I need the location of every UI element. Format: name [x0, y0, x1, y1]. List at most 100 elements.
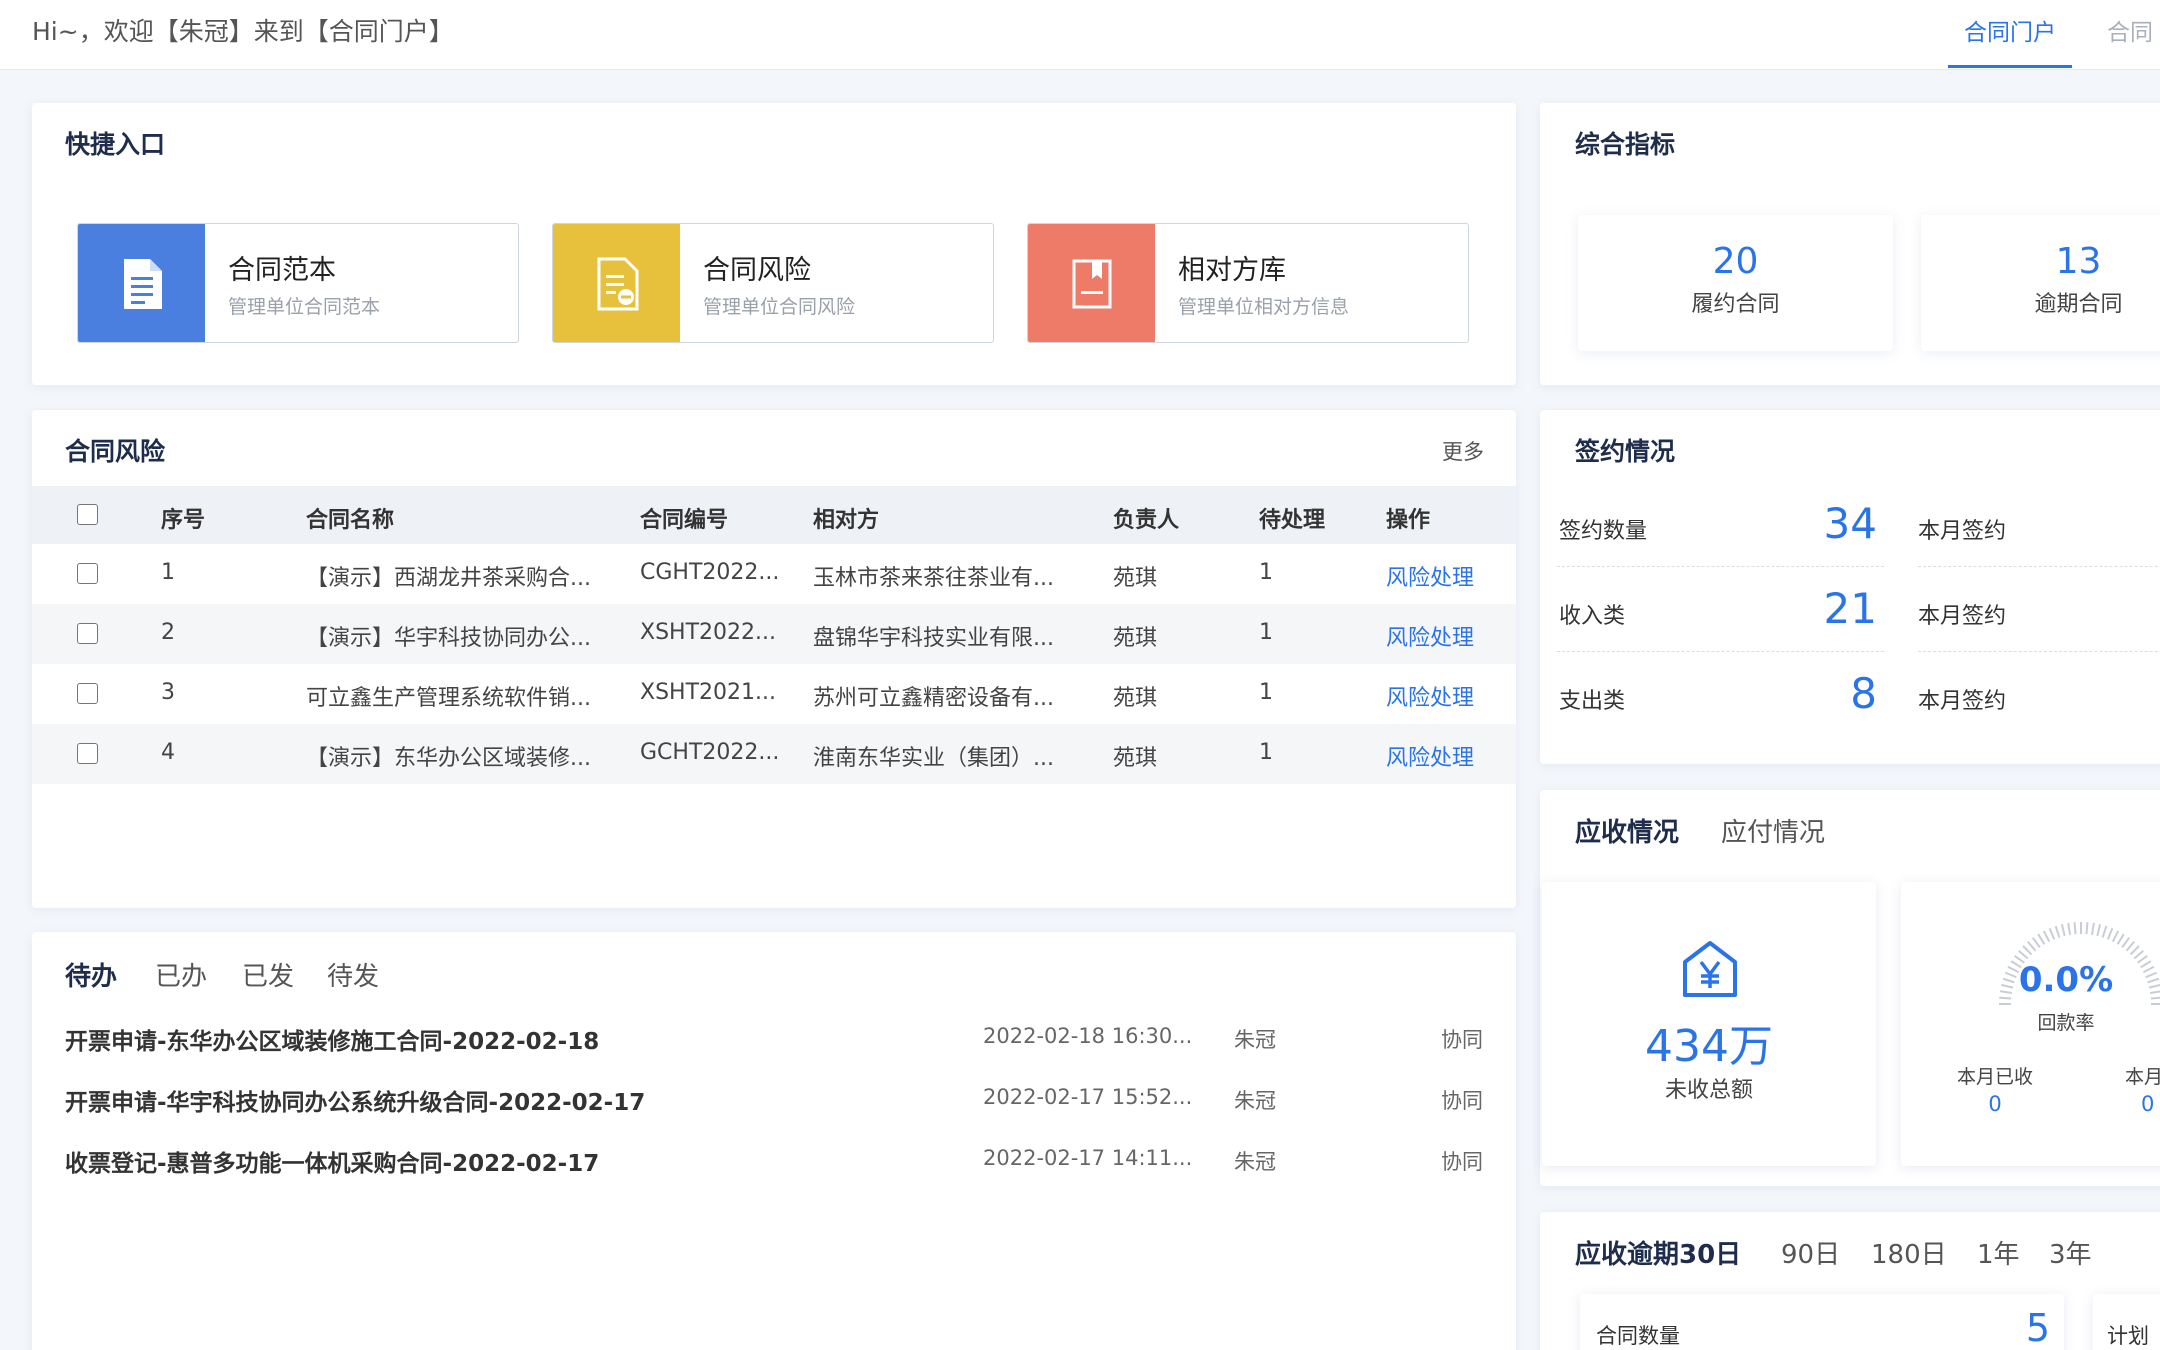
more-link[interactable]: 更多: [1442, 436, 1484, 466]
table-row[interactable]: 3 可立鑫生产管理系统软件销... XSHT2021... 苏州可立鑫精密设备有…: [32, 664, 1516, 724]
todo-user: 朱冠: [1234, 1150, 1276, 1174]
signing-month-label: 本月签约: [1918, 519, 2007, 544]
indicator-card[interactable]: 20 履约合同: [1578, 215, 1893, 351]
tab-contract[interactable]: 合同: [2107, 13, 2153, 47]
cell-no: 3: [161, 680, 175, 705]
tab-overdue-90[interactable]: 90日: [1781, 1234, 1840, 1271]
gauge-tick: [2133, 949, 2145, 960]
gauge-tick: [2037, 933, 2046, 945]
quick-item-template[interactable]: 合同范本 管理单位合同范本: [77, 223, 519, 343]
todo-time: 2022-02-17 14:11...: [983, 1146, 1193, 1170]
tab-payable[interactable]: 应付情况: [1721, 812, 1825, 849]
gauge-tick: [2085, 922, 2089, 935]
list-item[interactable]: 收票登记-惠普多功能一体机采购合同-2022-02-17 2022-02-17 …: [32, 1144, 1516, 1204]
tab-done[interactable]: 已办: [155, 956, 207, 993]
indicator-value: 20: [1712, 241, 1759, 282]
indicator-value: 13: [2055, 241, 2102, 282]
cell-code: CGHT2022...: [640, 560, 780, 585]
cell-name: 【演示】西湖龙井茶采购合...: [306, 566, 591, 591]
signing-value[interactable]: 21: [1757, 584, 1877, 633]
quick-item-name: 合同范本: [228, 255, 336, 286]
gauge-tick: [2060, 924, 2066, 937]
list-item[interactable]: 开票申请-东华办公区域装修施工合同-2022-02-18 2022-02-18 …: [32, 1022, 1516, 1082]
quick-item-risk[interactable]: 合同风险 管理单位合同风险: [552, 223, 994, 343]
row-checkbox[interactable]: [77, 743, 98, 764]
todo-time: 2022-02-18 16:30...: [983, 1024, 1193, 1048]
cell-no: 2: [161, 620, 175, 645]
contract-risk-panel: 合同风险 更多 序号 合同名称 合同编号 相对方 负责人 待处理 操作 1 【演…: [32, 410, 1516, 908]
plan-label: 计划: [2107, 1324, 2149, 1348]
risk-handle-link[interactable]: 风险处理: [1386, 560, 1474, 592]
cell-pending: 1: [1259, 620, 1273, 645]
quick-item-desc: 管理单位相对方信息: [1178, 296, 1350, 318]
gauge-tick: [2111, 930, 2120, 943]
todo-type: 协同: [1441, 1028, 1483, 1052]
unreceived-total-card[interactable]: 434万 未收总额: [1542, 882, 1876, 1166]
tab-receivable[interactable]: 应收情况: [1575, 812, 1679, 849]
tab-todo[interactable]: 待办: [65, 956, 117, 993]
row-checkbox[interactable]: [77, 563, 98, 584]
tab-contract-portal[interactable]: 合同门户: [1948, 0, 2072, 68]
gauge-tick: [2031, 937, 2041, 948]
unreceived-total-value: 434万: [1645, 1021, 1773, 1072]
risk-handle-link[interactable]: 风险处理: [1386, 740, 1474, 772]
gauge-tick: [2096, 924, 2102, 937]
panel-title: 快捷入口: [65, 130, 166, 159]
signing-label: 签约数量: [1559, 519, 1648, 544]
signing-value[interactable]: 34: [1757, 499, 1877, 548]
quick-item-counterparty[interactable]: 相对方库 管理单位相对方信息: [1027, 223, 1469, 343]
table-row[interactable]: 2 【演示】华宇科技协同办公... XSHT2022... 盘锦华宇科技实业有限…: [32, 604, 1516, 664]
gauge-tick: [2067, 922, 2072, 936]
cell-name: 【演示】华宇科技协同办公...: [306, 626, 591, 651]
column-header: 相对方: [813, 508, 880, 533]
cell-pending: 1: [1259, 740, 1273, 765]
signing-value[interactable]: 8: [1757, 669, 1877, 718]
row-checkbox[interactable]: [77, 683, 98, 704]
todo-type: 协同: [1441, 1150, 1483, 1174]
collection-rate-card[interactable]: 0.0% 回款率 本月已收 0 本月 0: [1901, 882, 2160, 1166]
tab-label: 合同门户: [1964, 20, 2056, 46]
signing-row: 收入类 21 本月签约: [1557, 566, 2160, 652]
plan-card[interactable]: 计划: [2093, 1294, 2160, 1350]
todo-title: 收票登记-惠普多功能一体机采购合同-2022-02-17: [65, 1151, 600, 1177]
document-icon: [78, 224, 205, 342]
list-item[interactable]: 开票申请-华宇科技协同办公系统升级合同-2022-02-17 2022-02-1…: [32, 1083, 1516, 1143]
quick-item-name: 合同风险: [703, 255, 811, 286]
cell-name: 【演示】东华办公区域装修...: [306, 746, 591, 771]
table-row[interactable]: 1 【演示】西湖龙井茶采购合... CGHT2022... 玉林市茶来茶往茶业有…: [32, 544, 1516, 604]
contract-count-value: 5: [2025, 1306, 2050, 1350]
quick-item-desc: 管理单位合同风险: [703, 296, 856, 318]
tab-to-send[interactable]: 待发: [327, 956, 379, 993]
tab-overdue-30[interactable]: 应收逾期30日: [1575, 1234, 1741, 1271]
risk-handle-link[interactable]: 风险处理: [1386, 620, 1474, 652]
table-header: 序号 合同名称 合同编号 相对方 负责人 待处理 操作: [32, 486, 1516, 544]
column-header: 待处理: [1259, 508, 1326, 533]
select-all-checkbox[interactable]: [77, 504, 98, 525]
gauge-tick: [2116, 933, 2125, 945]
signing-label: 支出类: [1559, 689, 1626, 714]
tab-sent[interactable]: 已发: [242, 956, 294, 993]
cell-party: 苏州可立鑫精密设备有...: [813, 686, 1054, 711]
row-checkbox[interactable]: [77, 623, 98, 644]
todo-user: 朱冠: [1234, 1028, 1276, 1052]
risk-handle-link[interactable]: 风险处理: [1386, 680, 1474, 712]
gauge-tick: [2090, 922, 2095, 936]
contract-count-label: 合同数量: [1596, 1324, 1680, 1348]
cell-name: 可立鑫生产管理系统软件销...: [306, 686, 591, 711]
panel-title: 合同风险: [65, 437, 166, 466]
tab-overdue-180[interactable]: 180日: [1871, 1234, 1947, 1271]
gauge-tick: [2022, 945, 2033, 956]
indicator-card[interactable]: 13 逾期合同: [1921, 215, 2160, 351]
cell-party: 盘锦华宇科技实业有限...: [813, 626, 1054, 651]
table-row[interactable]: 4 【演示】东华办公区域装修... GCHT2022... 淮南东华实业（集团）…: [32, 724, 1516, 784]
tab-overdue-3y[interactable]: 3年: [2049, 1234, 2092, 1271]
gauge-tick: [2017, 949, 2029, 960]
contract-count-card[interactable]: 合同数量 5: [1580, 1294, 2064, 1350]
cell-pending: 1: [1259, 560, 1273, 585]
receivable-panel: 应收情况 应付情况 434万 未收总额 0.0% 回款率 本月已收 0 本月 0: [1540, 790, 2160, 1186]
tab-overdue-1y[interactable]: 1年: [1977, 1234, 2020, 1271]
cell-no: 4: [161, 740, 175, 765]
cell-owner: 苑琪: [1113, 626, 1158, 651]
indicator-label: 履约合同: [1691, 292, 1780, 317]
gauge-tick: [2101, 925, 2108, 938]
